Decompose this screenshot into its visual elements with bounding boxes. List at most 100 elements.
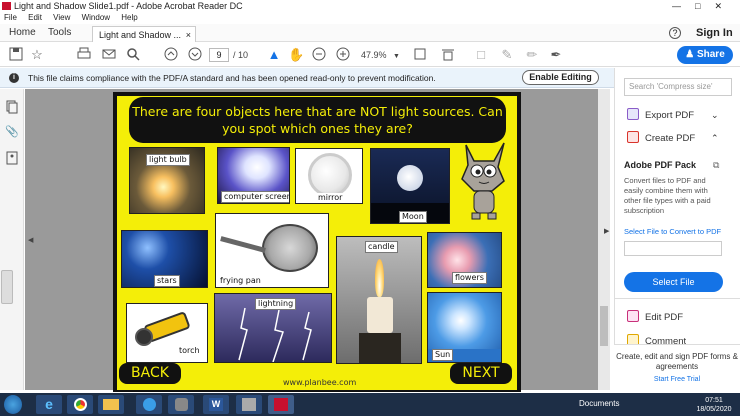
print-icon[interactable] (76, 47, 92, 63)
taskbar-app3-icon[interactable] (236, 395, 262, 414)
tab-document[interactable]: Light and Shadow ... × (92, 26, 196, 42)
tab-tools[interactable]: Tools (48, 24, 71, 42)
help-icon[interactable]: ? (669, 27, 681, 39)
tray-documents-label[interactable]: Documents (579, 399, 619, 408)
menu-window[interactable]: Window (82, 13, 110, 22)
pan-shape (262, 224, 318, 272)
chevron-down-icon: ▼ (393, 53, 400, 60)
back-button[interactable]: BACK (119, 363, 181, 384)
tools-search-input[interactable]: Search 'Compress size' (624, 78, 732, 96)
sign-in-link[interactable]: Sign In (696, 24, 733, 42)
candle-wax (367, 297, 393, 333)
page-total: / 10 (233, 50, 249, 60)
close-tab-icon[interactable]: × (186, 27, 191, 42)
comment-label: Comment (645, 336, 687, 344)
pdfa-notice-bar: i This file claims compliance with the P… (0, 68, 614, 88)
enable-editing-button[interactable]: Enable Editing (522, 70, 599, 85)
page-number-input[interactable]: 9 (209, 48, 229, 62)
clock-date: 18/05/2020 (696, 406, 732, 413)
export-pdf-icon (627, 108, 639, 120)
scrollbar-thumb[interactable] (600, 306, 608, 346)
left-navigation-rail: 📎 (0, 89, 24, 390)
export-pdf-label: Export PDF (645, 110, 695, 121)
email-icon[interactable] (101, 47, 117, 63)
taskbar-ie-icon[interactable]: e (36, 395, 62, 414)
export-pdf-tool[interactable]: Export PDF ⌄ (627, 108, 719, 122)
attachments-icon[interactable]: 📎 (5, 125, 19, 139)
rail-collapse-handle[interactable] (1, 270, 13, 304)
label-flowers: flowers (452, 272, 487, 284)
select-file-link[interactable]: Select File to Convert to PDF (624, 227, 721, 236)
label-light-bulb: light bulb (146, 154, 190, 166)
notice-text: This file claims compliance with the PDF… (28, 73, 436, 83)
label-moon: Moon (399, 211, 427, 223)
taskbar-clock[interactable]: 07:51 18/05/2020 (690, 396, 738, 414)
info-icon: i (9, 73, 19, 83)
fit-page-icon[interactable] (412, 47, 428, 63)
document-tab-label: Light and Shadow ... (99, 30, 182, 40)
menu-help[interactable]: Help (121, 13, 137, 22)
candle-holder (359, 333, 401, 363)
comment-tool-icon (627, 334, 639, 344)
next-button[interactable]: NEXT (450, 363, 512, 384)
comment-icon[interactable]: □ (473, 47, 489, 63)
window-controls: —□✕ (672, 0, 736, 12)
edit-pdf-tool[interactable]: Edit PDF (627, 310, 683, 324)
taskbar-explorer-icon[interactable] (98, 395, 124, 414)
start-free-trial-link[interactable]: Start Free Trial (616, 376, 738, 383)
edit-pdf-label: Edit PDF (645, 312, 684, 323)
next-page-icon[interactable] (187, 47, 203, 63)
taskbar-word-icon[interactable]: W (203, 395, 229, 414)
create-pdf-tool[interactable]: Create PDF ⌃ (627, 131, 719, 145)
menu-edit[interactable]: Edit (28, 13, 42, 22)
comment-tool[interactable]: Comment (627, 334, 686, 344)
zoom-dropdown[interactable]: 47.9% ▼ (361, 48, 403, 62)
accessibility-icon[interactable] (5, 151, 19, 165)
close-window-button[interactable]: ✕ (714, 1, 736, 11)
pan-handle (220, 236, 266, 253)
zoom-out-icon[interactable] (311, 47, 327, 63)
previous-page-icon[interactable] (163, 47, 179, 63)
frying-pan-image: frying pan (215, 213, 329, 288)
maximize-button[interactable]: □ (695, 1, 714, 11)
taskbar-app2-icon[interactable] (168, 395, 194, 414)
share-button[interactable]: ♟ Share (677, 46, 733, 64)
hand-tool-icon[interactable]: ✋ (288, 47, 304, 63)
start-button[interactable] (4, 395, 22, 414)
select-cursor-icon[interactable]: ▲ (266, 47, 282, 63)
save-icon[interactable] (8, 47, 24, 63)
taskbar-acrobat-icon[interactable] (268, 395, 294, 414)
windows-taskbar: e W (0, 393, 740, 416)
menu-file[interactable]: File (4, 13, 17, 22)
taskbar-app-icon[interactable] (136, 395, 162, 414)
minimize-button[interactable]: — (672, 1, 695, 11)
chevron-down-icon: ⌄ (711, 110, 719, 120)
mirror-image: mirror (295, 148, 363, 204)
bookmark-star-icon[interactable]: ☆ (29, 47, 45, 63)
person-add-icon: ♟ (685, 49, 695, 60)
zoom-in-icon[interactable] (335, 47, 351, 63)
collapse-left-arrow-icon[interactable]: ◀ (28, 236, 33, 244)
chevron-up-icon: ⌃ (711, 133, 719, 143)
taskbar-chrome-icon[interactable] (67, 395, 93, 414)
search-icon[interactable] (125, 47, 141, 63)
select-file-button[interactable]: Select File (624, 272, 723, 292)
slide-question: There are four objects here that are NOT… (129, 97, 506, 143)
highlight-pen-icon[interactable]: ✎ (499, 47, 515, 63)
sign-icon[interactable]: ✒ (548, 47, 564, 63)
collapse-right-arrow-icon[interactable]: ▶ (604, 227, 609, 235)
page-thumbnails-icon[interactable] (5, 100, 19, 114)
computer-screen-image: computer screen (217, 147, 290, 204)
label-sun: Sun (432, 349, 454, 361)
flowers-image: flowers (427, 232, 502, 288)
scroll-mode-icon[interactable] (440, 47, 456, 63)
edit-pdf-icon (627, 310, 639, 322)
tab-home[interactable]: Home (9, 24, 36, 42)
label-stars: stars (154, 275, 180, 287)
file-input-field[interactable] (624, 241, 722, 256)
menu-view[interactable]: View (53, 13, 70, 22)
title-bar: Light and Shadow Slide1.pdf - Adobe Acro… (0, 0, 740, 12)
acrobat-app-icon (2, 2, 11, 10)
torch-image: torch (126, 303, 208, 363)
draw-icon[interactable]: ✏ (524, 47, 540, 63)
